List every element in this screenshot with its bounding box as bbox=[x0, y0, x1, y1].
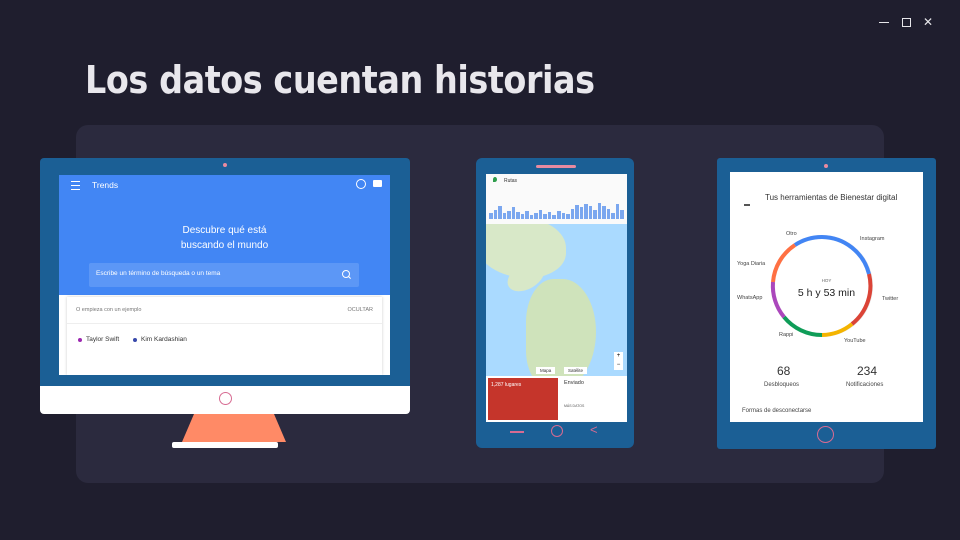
example-chip[interactable]: Taylor Swift bbox=[78, 336, 119, 343]
other-segment bbox=[793, 234, 823, 247]
more-data-button[interactable]: MÁS DATOS bbox=[564, 404, 584, 408]
headline-line-1: Descubre qué está bbox=[182, 225, 267, 236]
trends-screen: Trends Descubre qué está buscando el mun… bbox=[59, 175, 390, 375]
hide-button[interactable]: OCULTAR bbox=[348, 307, 373, 313]
wellbeing-screen: Tus herramientas de Bienestar digital Ot… bbox=[730, 172, 923, 422]
zoom-control[interactable]: + − bbox=[614, 352, 623, 370]
power-button-icon bbox=[219, 392, 232, 405]
ring-label-instagram: Instagram bbox=[860, 236, 885, 242]
maps-header: Rutas bbox=[486, 174, 627, 224]
trends-header: Trends Descubre qué está buscando el mun… bbox=[59, 175, 390, 295]
search-placeholder: Escribe un término de búsqueda o un tema bbox=[96, 270, 221, 277]
maps-screen: Rutas Mapa Satélite + − 1,287 lugares Env… bbox=[486, 174, 627, 422]
maximize-icon[interactable] bbox=[900, 16, 912, 28]
trends-appbar: Trends bbox=[59, 175, 390, 197]
disconnect-link[interactable]: Formas de desconectarse bbox=[742, 408, 811, 414]
notifications-value: 234 bbox=[857, 364, 878, 378]
bar-chart-icon bbox=[744, 198, 750, 206]
camera-dot bbox=[824, 164, 828, 168]
back-icon[interactable] bbox=[510, 431, 524, 433]
home-icon[interactable] bbox=[551, 425, 563, 437]
notifications-label: Notificaciones bbox=[846, 382, 884, 388]
example-label: Taylor Swift bbox=[86, 336, 120, 343]
example-label: Kim Kardashian bbox=[141, 336, 187, 343]
sent-title: Enviado bbox=[564, 380, 584, 386]
example-chip[interactable]: Kim Kardashian bbox=[133, 336, 187, 343]
places-card-title: 1,287 lugares bbox=[491, 382, 522, 388]
unlocks-value: 68 bbox=[777, 364, 791, 378]
satellite-tab[interactable]: Satélite bbox=[564, 367, 588, 374]
home-button-icon[interactable] bbox=[817, 426, 834, 443]
minimize-icon[interactable] bbox=[878, 16, 890, 28]
ring-label-youtube: YouTube bbox=[844, 338, 866, 344]
monitor-stand-base bbox=[172, 442, 278, 448]
phone-nav-bar: < bbox=[476, 422, 634, 444]
slide-title: Los datos cuentan historias bbox=[85, 58, 595, 102]
monitor-frame: Trends Descubre qué está buscando el mun… bbox=[40, 158, 410, 386]
wellbeing-title: Tus herramientas de Bienestar digital bbox=[765, 193, 898, 202]
ring-label-yoga: Yoga Diaria bbox=[737, 261, 766, 267]
examples-card: O empieza con un ejemplo OCULTAR Taylor … bbox=[67, 297, 382, 375]
trends-headline: Descubre qué está buscando el mundo bbox=[59, 223, 390, 253]
places-card[interactable]: 1,287 lugares bbox=[488, 378, 558, 420]
trends-app-title: Trends bbox=[92, 180, 119, 190]
globe-icon[interactable] bbox=[356, 179, 366, 189]
screen-time-value: 5 h y 53 min bbox=[797, 287, 856, 299]
menu-icon[interactable] bbox=[71, 181, 80, 190]
search-input[interactable]: Escribe un término de búsqueda o un tema bbox=[89, 263, 359, 287]
today-label: HOY bbox=[821, 278, 832, 283]
search-icon[interactable] bbox=[342, 270, 350, 278]
usage-ring-chart bbox=[770, 234, 873, 338]
youtube-segment bbox=[821, 322, 854, 337]
unlocks-label: Desbloqueos bbox=[764, 382, 800, 388]
map-pin-icon bbox=[493, 177, 497, 182]
chevron-left-icon[interactable]: < bbox=[590, 422, 598, 437]
maps-info-panel: 1,287 lugares Enviado MÁS DATOS bbox=[486, 376, 627, 422]
phone-device: Rutas Mapa Satélite + − 1,287 lugares Env… bbox=[476, 158, 634, 448]
map-view[interactable]: Mapa Satélite + − bbox=[486, 224, 627, 376]
south-america-land bbox=[526, 279, 596, 376]
ring-label-other: Otro bbox=[786, 231, 797, 237]
examples-label: O empieza con un ejemplo bbox=[76, 307, 142, 313]
monitor-stand bbox=[182, 414, 286, 442]
purple-dot-icon bbox=[78, 337, 82, 342]
blue-dot-icon bbox=[133, 337, 137, 342]
timeline-histogram bbox=[489, 198, 624, 219]
camera-dot bbox=[223, 163, 227, 167]
phone-speaker bbox=[536, 165, 576, 168]
monitor-device: Trends Descubre qué está buscando el mun… bbox=[40, 158, 410, 414]
window-controls: ✕ bbox=[878, 16, 934, 28]
maps-title: Rutas bbox=[504, 178, 518, 184]
close-icon[interactable]: ✕ bbox=[922, 16, 934, 28]
yoga-segment bbox=[771, 243, 797, 283]
divider bbox=[67, 323, 382, 324]
instagram-segment bbox=[821, 235, 871, 275]
feedback-icon[interactable] bbox=[373, 180, 382, 187]
map-tab[interactable]: Mapa bbox=[536, 367, 556, 374]
headline-line-2: buscando el mundo bbox=[180, 240, 269, 251]
ring-label-rappi: Rappi bbox=[779, 332, 794, 338]
tablet-device: Tus herramientas de Bienestar digital Ot… bbox=[717, 158, 936, 449]
